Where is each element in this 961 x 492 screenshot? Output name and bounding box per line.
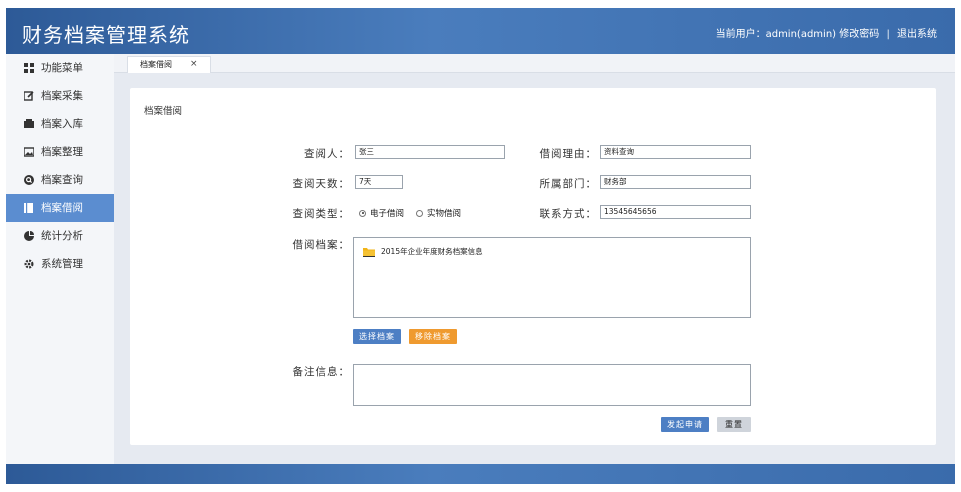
sidebar-item-label: 档案查询 — [41, 174, 83, 186]
sidebar-item-organize[interactable]: 档案整理 — [6, 138, 114, 166]
sidebar-item-label: 系统管理 — [41, 258, 83, 270]
inbox-icon — [24, 119, 34, 129]
sidebar-item-borrow[interactable]: 档案借阅 — [6, 194, 114, 222]
file-name: 2015年企业年度财务档案信息 — [381, 247, 483, 256]
user-bar: 当前用户：admin(admin) 修改密码 | 退出系统 — [716, 25, 937, 40]
remarks-textarea[interactable] — [353, 364, 751, 406]
borrower-input[interactable]: 张三 — [355, 145, 505, 159]
edit-icon — [24, 91, 34, 101]
sidebar-item-label: 档案整理 — [41, 146, 83, 158]
sidebar-item-storage[interactable]: 档案入库 — [6, 110, 114, 138]
select-file-button[interactable]: 选择档案 — [353, 329, 401, 344]
days-input[interactable]: 7天 — [355, 175, 403, 189]
form-title: 档案借阅 — [144, 106, 183, 117]
radio-physical[interactable]: 实物借阅 — [416, 207, 461, 219]
dept-input[interactable]: 财务部 — [600, 175, 751, 189]
radio-physical-label: 实物借阅 — [427, 209, 462, 219]
sidebar-item-label: 统计分析 — [41, 230, 83, 242]
borrower-label: 查阅人： — [304, 148, 350, 160]
reset-button[interactable]: 重置 — [717, 417, 751, 432]
sidebar: 功能菜单 档案采集 档案入库 档案整理 档案查询 档案借阅 统计分析 系统管理 — [6, 54, 114, 464]
folder-icon — [363, 247, 375, 257]
current-user-label: 当前用户：admin(admin) — [715, 29, 837, 40]
image-icon — [24, 147, 34, 157]
sidebar-item-label: 功能菜单 — [41, 62, 83, 74]
radio-electronic-label: 电子借阅 — [370, 209, 405, 219]
days-label: 查阅天数： — [292, 178, 350, 190]
separator: | — [886, 29, 890, 40]
sidebar-item-collect[interactable]: 档案采集 — [6, 82, 114, 110]
tab-strip: 档案借阅 × — [114, 54, 955, 73]
book-icon — [24, 203, 34, 213]
reason-label: 借阅理由： — [539, 148, 597, 160]
submit-button[interactable]: 发起申请 — [661, 417, 709, 432]
sidebar-item-label: 档案入库 — [41, 118, 83, 130]
grid-icon — [24, 63, 34, 73]
type-radio-group: 电子借阅 实物借阅 — [359, 207, 473, 219]
borrow-form-card: 档案借阅 查阅人： 张三 借阅理由： 资料查询 查阅天数： 7天 所属部门： 财… — [130, 88, 936, 445]
app-title: 财务档案管理系统 — [22, 23, 190, 47]
logout-link[interactable]: 退出系统 — [897, 29, 937, 40]
contact-input[interactable]: 13545645656 — [600, 205, 751, 219]
radio-physical-dot[interactable] — [416, 209, 424, 217]
search-circle-icon — [24, 175, 34, 185]
app-frame: 财务档案管理系统 当前用户：admin(admin) 修改密码 | 退出系统 功… — [6, 8, 955, 484]
type-label: 查阅类型： — [292, 208, 350, 220]
tab-borrow[interactable]: 档案借阅 × — [127, 56, 211, 73]
app-header: 财务档案管理系统 当前用户：admin(admin) 修改密码 | 退出系统 — [6, 8, 955, 54]
tab-label: 档案借阅 — [140, 60, 172, 69]
radio-electronic-dot[interactable] — [359, 209, 366, 217]
dept-label: 所属部门： — [539, 178, 597, 190]
pie-chart-icon — [24, 231, 34, 241]
close-icon[interactable]: × — [190, 57, 198, 72]
change-password-link[interactable]: 修改密码 — [839, 29, 879, 40]
sidebar-item-query[interactable]: 档案查询 — [6, 166, 114, 194]
gear-icon — [24, 259, 34, 269]
sidebar-item-menu[interactable]: 功能菜单 — [6, 54, 114, 82]
reason-input[interactable]: 资料查询 — [600, 145, 751, 159]
app-footer — [6, 464, 955, 484]
sidebar-item-label: 档案采集 — [41, 90, 83, 102]
sidebar-item-stats[interactable]: 统计分析 — [6, 222, 114, 250]
sidebar-item-system[interactable]: 系统管理 — [6, 250, 114, 278]
remove-file-button[interactable]: 移除档案 — [409, 329, 457, 344]
files-listbox[interactable]: 2015年企业年度财务档案信息 — [353, 237, 751, 318]
contact-label: 联系方式： — [539, 208, 597, 220]
remarks-label: 备注信息： — [292, 366, 350, 378]
files-label: 借阅档案： — [292, 239, 350, 251]
sidebar-item-label: 档案借阅 — [41, 202, 83, 214]
radio-electronic[interactable]: 电子借阅 — [359, 207, 404, 219]
file-list-item[interactable]: 2015年企业年度财务档案信息 — [363, 246, 483, 257]
